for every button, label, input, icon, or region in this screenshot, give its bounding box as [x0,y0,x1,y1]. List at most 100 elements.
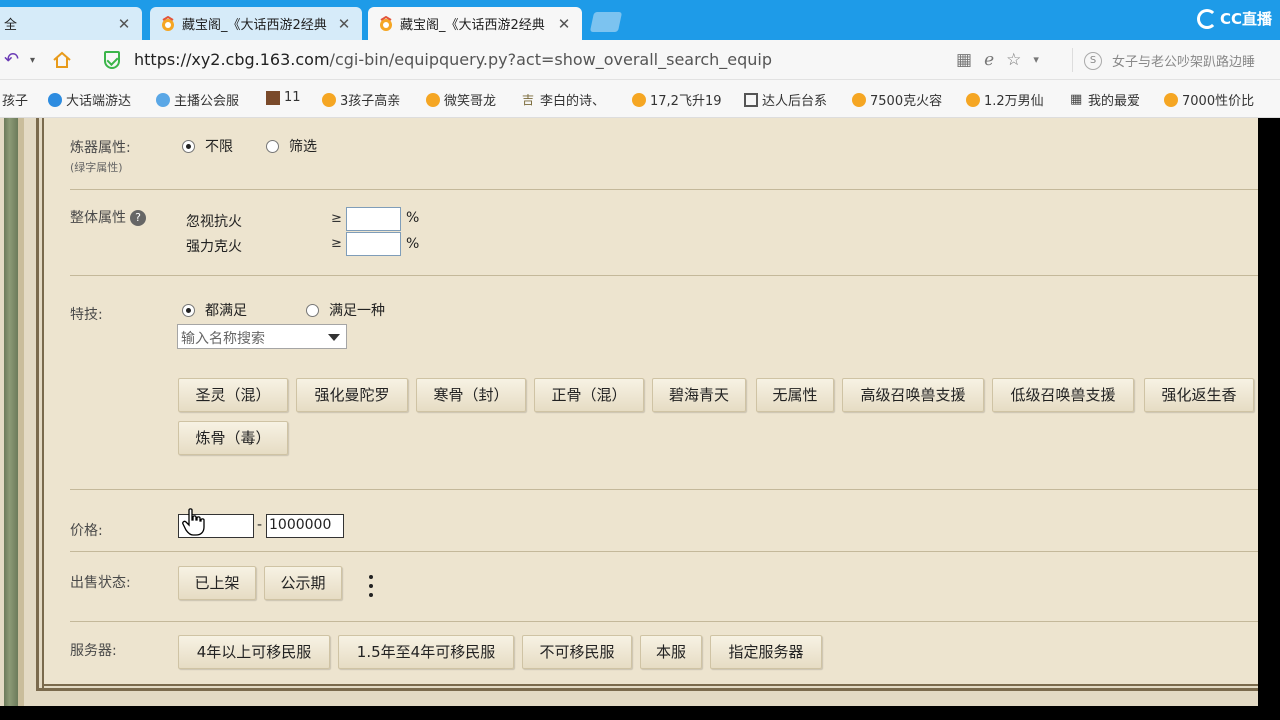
bookmark-label: 孩子 [2,94,29,109]
ie-icon[interactable]: ℯ [984,50,994,70]
radio-unchecked-icon[interactable] [306,303,319,317]
chevron-down-icon[interactable]: ▾ [1033,50,1039,70]
skill-tag[interactable]: 圣灵（混） [178,378,288,412]
radio-label: 都满足 [205,303,247,319]
radio-label: 筛选 [289,139,317,155]
stream-logo: CC直播 [1196,8,1272,29]
radio-checked-icon[interactable] [182,303,195,317]
search-engine-icon: S [1084,51,1102,70]
radio-label: 满足一种 [329,303,385,319]
close-icon[interactable]: ✕ [556,15,572,33]
server-option-button[interactable]: 不可移民服 [522,635,632,669]
bookmark-item[interactable]: 3孩子高亲 [322,90,400,109]
decorative-frame [4,118,18,706]
ge-symbol: ≥ [331,236,342,251]
price-separator: - [257,517,263,533]
bookmark-label: 主播公会服 [174,94,240,109]
refining-option-filter[interactable]: 筛选 [266,136,317,156]
skill-tag[interactable]: 强化返生香 [1144,378,1254,412]
strong-vs-fire-input[interactable] [346,232,401,256]
bookmark-item[interactable]: 大话端游达 [48,90,131,109]
bookmark-item[interactable]: 7000性价比 [1164,90,1254,109]
bookmark-item[interactable]: ▦ 我的最爱 [1070,90,1140,109]
attr-strong-vs-fire: 强力克火 [186,239,242,255]
more-options-icon[interactable] [369,575,373,597]
bookmark-item[interactable]: 达人后台系 [744,90,827,109]
address-bar: ↶ ▾ https://xy2.cbg.163.com/cgi-bin/equi… [0,40,1280,80]
cbg-icon [966,92,980,107]
address-actions: ▦ ℯ ☆ ▾ [956,50,1039,70]
skill-tag[interactable]: 正骨（混） [534,378,644,412]
search-box[interactable]: S 女子与老公吵架趴路边睡 [1084,51,1255,70]
bird-icon [156,92,170,107]
percent-unit: % [406,210,420,226]
skill-tag[interactable]: 高级召唤兽支援 [842,378,984,412]
cbg-icon [1164,92,1178,107]
skills-option-any[interactable]: 满足一种 [306,300,385,320]
tab-1[interactable]: 全 ✕ [0,7,142,40]
server-option-button[interactable]: 指定服务器 [710,635,822,669]
skill-tag[interactable]: 无属性 [756,378,834,412]
bookmarks-bar: 孩子 大话端游达 主播公会服 11 3孩子高亲 微笑哥龙 吉李白的诗、 17,2… [0,80,1280,118]
decorative-frame [36,118,39,690]
tab-strip: 全 ✕ 藏宝阁_《大话西游2经典 ✕ 藏宝阁_《大话西游2经典 ✕ CC直播 [0,0,1280,40]
skill-tag[interactable]: 碧海青天 [652,378,746,412]
new-tab-button[interactable] [589,12,623,32]
percent-unit: % [406,236,420,252]
sale-status-label: 出售状态: [70,575,131,591]
bookmark-item[interactable]: 吉李白的诗、 [522,90,606,110]
radio-unchecked-icon[interactable] [266,139,279,153]
game-icon [266,90,280,105]
close-icon[interactable]: ✕ [336,15,352,33]
skill-tag[interactable]: 低级召唤兽支援 [992,378,1134,412]
server-option-button[interactable]: 1.5年至4年可移民服 [338,635,514,669]
url-field[interactable]: https://xy2.cbg.163.com/cgi-bin/equipque… [134,50,772,69]
price-max-input[interactable]: 1000000 [266,514,344,538]
home-icon[interactable] [52,50,72,70]
tab-3-active[interactable]: 藏宝阁_《大话西游2经典 ✕ [368,7,582,40]
help-icon[interactable]: ? [130,210,146,226]
bookmark-item[interactable]: 7500克火容 [852,90,942,109]
skills-option-all[interactable]: 都满足 [182,300,247,320]
skill-tag[interactable]: 炼骨（毒） [178,421,288,455]
shield-icon [104,51,120,69]
bookmark-item[interactable]: 微笑哥龙 [426,90,496,109]
bookmark-item[interactable]: 孩子 [2,90,28,109]
divider [70,489,1258,490]
refining-option-unlimited[interactable]: 不限 [182,136,233,156]
letterbox-bottom [0,706,1280,720]
skills-search-select[interactable]: 输入名称搜索 [177,324,347,349]
attr-ignore-fire-resist: 忽视抗火 [186,214,242,230]
bookmark-label: 达人后台系 [762,94,828,109]
bookmark-item[interactable]: 主播公会服 [156,90,239,109]
tab-2[interactable]: 藏宝阁_《大话西游2经典 ✕ [150,7,362,40]
skill-tag[interactable]: 强化曼陀罗 [296,378,408,412]
chevron-down-icon[interactable]: ▾ [30,55,35,66]
bookmark-label: 7500克火容 [870,94,943,109]
status-public-button[interactable]: 公示期 [264,566,342,600]
refining-sublabel: (绿字属性) [70,161,123,174]
radio-checked-icon[interactable] [182,139,195,153]
divider [1072,48,1073,72]
qr-icon[interactable]: ▦ [956,50,972,70]
skill-tag[interactable]: 寒骨（封） [416,378,526,412]
server-option-button[interactable]: 4年以上可移民服 [178,635,330,669]
hand-cursor-icon [182,508,205,536]
back-icon[interactable]: ↶ [4,49,19,70]
bookmark-item[interactable]: 1.2万男仙 [966,90,1044,109]
status-listed-button[interactable]: 已上架 [178,566,256,600]
refining-label: 炼器属性: [70,140,131,156]
bookmark-item[interactable]: 17,2飞升19 [632,90,722,109]
search-form: 炼器属性: (绿字属性) 不限 筛选 整体属性? 忽视抗火 ≥ % 强力克火 ≥… [44,118,1258,684]
grid-icon: ▦ [1070,91,1083,107]
bookmark-label: 李白的诗、 [540,94,606,109]
decorative-frame [36,688,1258,691]
cbg-icon [426,92,440,107]
bookmark-item[interactable]: 11 [266,90,301,105]
server-option-button[interactable]: 本服 [640,635,702,669]
close-icon[interactable]: ✕ [116,15,132,33]
browser-icon [48,92,62,107]
ignore-fire-resist-input[interactable] [346,207,401,231]
server-label: 服务器: [70,643,117,659]
star-icon[interactable]: ☆ [1006,50,1021,70]
